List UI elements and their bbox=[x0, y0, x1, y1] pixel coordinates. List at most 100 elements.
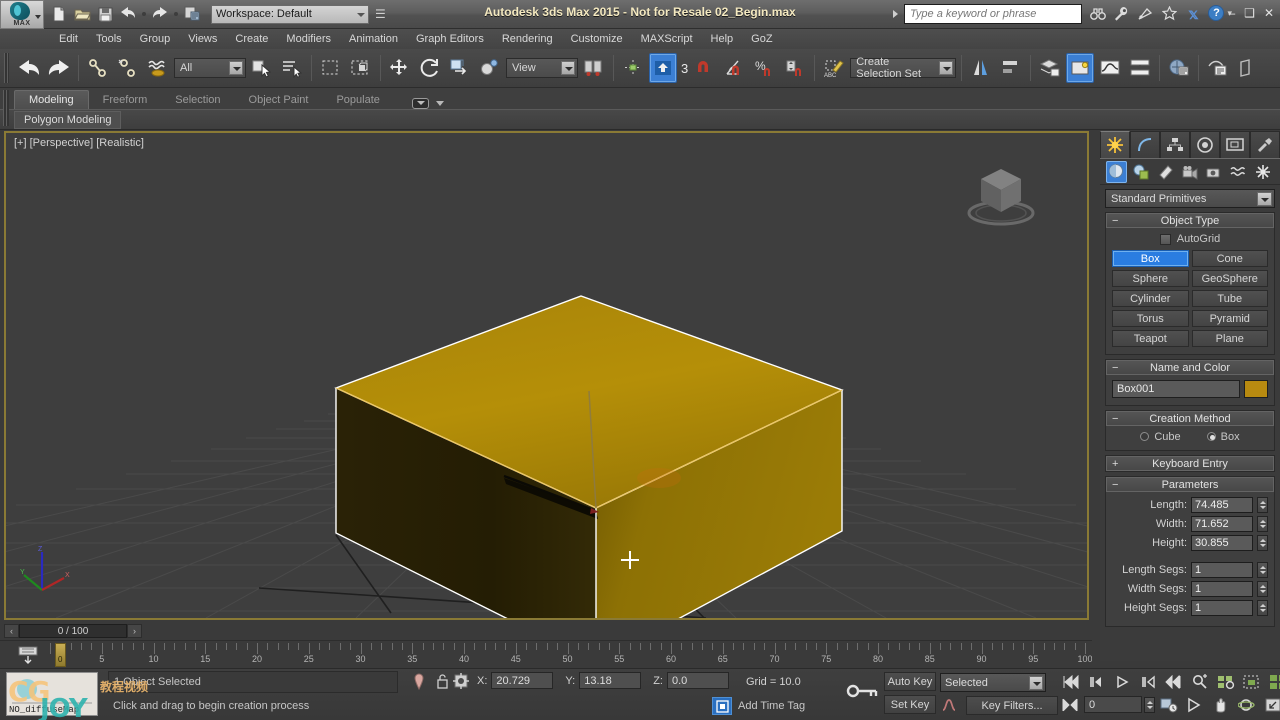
select-and-scale-icon[interactable] bbox=[446, 53, 474, 83]
object-button-teapot[interactable]: Teapot bbox=[1112, 330, 1189, 347]
percent-snap-toggle-icon[interactable]: % bbox=[751, 53, 779, 83]
zoom-extents-icon[interactable] bbox=[1240, 671, 1264, 692]
undo-scene-button[interactable] bbox=[15, 53, 43, 83]
mirror-icon[interactable] bbox=[967, 53, 995, 83]
reference-coordinate-system-combo[interactable]: View bbox=[506, 58, 578, 78]
cameras-icon[interactable] bbox=[1179, 161, 1200, 183]
bind-to-space-warp-icon[interactable] bbox=[144, 53, 172, 83]
modify-tab[interactable] bbox=[1130, 131, 1160, 158]
hierarchy-tab[interactable] bbox=[1160, 131, 1190, 158]
add-time-tag-label[interactable]: Add Time Tag bbox=[738, 700, 805, 712]
open-mini-curve-editor-icon[interactable] bbox=[16, 644, 42, 666]
pan-view-arrow-icon[interactable] bbox=[1183, 694, 1207, 715]
project-folder-button[interactable] bbox=[181, 3, 203, 25]
param-input-width-segs[interactable]: 1 bbox=[1191, 581, 1253, 597]
menu-item-animation[interactable]: Animation bbox=[340, 31, 407, 47]
schematic-view-icon[interactable] bbox=[1126, 53, 1154, 83]
param-input-width[interactable]: 71.652 bbox=[1191, 516, 1253, 532]
maximize-viewport-toggle-icon[interactable] bbox=[1261, 694, 1280, 715]
object-name-input[interactable]: Box001 bbox=[1112, 380, 1240, 398]
select-and-place-icon[interactable] bbox=[476, 53, 504, 83]
select-and-link-icon[interactable] bbox=[84, 53, 112, 83]
ribbon-tab-populate[interactable]: Populate bbox=[322, 91, 393, 109]
next-frame-button[interactable] bbox=[1136, 671, 1160, 692]
menu-item-customize[interactable]: Customize bbox=[562, 31, 632, 47]
menu-item-modifiers[interactable]: Modifiers bbox=[277, 31, 340, 47]
autogrid-row[interactable]: AutoGrid bbox=[1112, 233, 1268, 245]
status-prompt-pin-icon[interactable] bbox=[413, 673, 425, 691]
redo-dropdown-dot[interactable] bbox=[174, 12, 178, 16]
add-time-tag-group[interactable]: Add Time Tag bbox=[712, 697, 805, 715]
ribbon-display-icon[interactable] bbox=[411, 98, 429, 109]
previous-frame-button[interactable] bbox=[1084, 671, 1108, 692]
satellite-icon[interactable] bbox=[1137, 5, 1154, 22]
selection-filter-combo[interactable]: All bbox=[174, 58, 246, 78]
autogrid-checkbox[interactable] bbox=[1159, 233, 1171, 245]
angle-snap-toggle-icon[interactable] bbox=[721, 53, 749, 83]
binoculars-icon[interactable] bbox=[1089, 5, 1106, 22]
time-tag-icon[interactable] bbox=[712, 697, 732, 715]
layer-explorer-icon[interactable] bbox=[1036, 53, 1064, 83]
ribbon-tab-freeform[interactable]: Freeform bbox=[89, 91, 162, 109]
object-button-box[interactable]: Box bbox=[1112, 250, 1189, 267]
zoom-region-icon[interactable] bbox=[1188, 671, 1212, 692]
coord-input-y[interactable]: 13.18 bbox=[579, 672, 642, 689]
select-and-move-icon[interactable] bbox=[386, 53, 414, 83]
track-bar[interactable]: 5 10 15 20 25 30 35 40 45 50 55 60 65 70 75 80 85 90 95 100… bbox=[0, 640, 1092, 668]
current-frame-display[interactable]: 0 / 100 bbox=[19, 624, 127, 638]
align-icon[interactable] bbox=[997, 53, 1025, 83]
undo-dropdown-dot[interactable] bbox=[142, 12, 146, 16]
auto-key-button[interactable]: Auto Key bbox=[884, 672, 936, 691]
toggle-scene-explorer-icon[interactable] bbox=[1066, 53, 1095, 83]
ribbon-tab-selection[interactable]: Selection bbox=[161, 91, 234, 109]
expand-right-icon[interactable] bbox=[893, 10, 898, 18]
rollout-header-keyboard-entry[interactable]: + Keyboard Entry bbox=[1106, 456, 1274, 471]
ribbon-tab-modeling[interactable]: Modeling bbox=[14, 90, 89, 109]
render-setup-icon[interactable] bbox=[1204, 53, 1232, 83]
param-input-length[interactable]: 74.485 bbox=[1191, 497, 1253, 513]
object-button-torus[interactable]: Torus bbox=[1112, 310, 1189, 327]
select-and-rotate-icon[interactable] bbox=[416, 53, 444, 83]
param-input-height-segs[interactable]: 1 bbox=[1191, 600, 1253, 616]
zoom-all-icon[interactable] bbox=[1214, 671, 1238, 692]
menu-item-goz[interactable]: GoZ bbox=[742, 31, 781, 47]
ribbon-grip[interactable] bbox=[3, 90, 9, 126]
create-tab[interactable] bbox=[1100, 131, 1130, 158]
param-spinner-width-segs[interactable] bbox=[1257, 581, 1268, 597]
named-selection-set-combo[interactable]: Create Selection Set bbox=[850, 56, 957, 80]
menu-item-edit[interactable]: Edit bbox=[50, 31, 87, 47]
search-input[interactable]: Type a keyword or phrase bbox=[904, 4, 1082, 24]
time-slider-thumb[interactable]: 0 bbox=[55, 643, 66, 667]
edit-named-selection-sets-icon[interactable]: ABC bbox=[820, 53, 848, 83]
lights-icon[interactable] bbox=[1155, 161, 1176, 183]
key-mode-combo[interactable]: Selected bbox=[940, 673, 1046, 692]
pan-hand-icon[interactable] bbox=[1209, 694, 1233, 715]
helpers-icon[interactable] bbox=[1204, 161, 1225, 183]
display-tab[interactable] bbox=[1220, 131, 1250, 158]
prev-frame-button[interactable]: ‹ bbox=[4, 624, 19, 638]
param-spinner-width[interactable] bbox=[1257, 516, 1268, 532]
play-animation-button[interactable] bbox=[1110, 671, 1134, 692]
save-file-button[interactable] bbox=[94, 3, 116, 25]
exchange-icon[interactable]: 𝕩 bbox=[1185, 5, 1202, 23]
rendered-frame-window-icon[interactable] bbox=[1234, 53, 1262, 83]
zoom-extents-all-icon[interactable] bbox=[1266, 671, 1280, 692]
object-button-sphere[interactable]: Sphere bbox=[1112, 270, 1189, 287]
menu-item-group[interactable]: Group bbox=[131, 31, 180, 47]
toolbar-grip[interactable] bbox=[4, 53, 9, 83]
star-icon[interactable] bbox=[1161, 5, 1178, 22]
set-key-curve-icon[interactable] bbox=[941, 696, 963, 714]
shapes-icon[interactable] bbox=[1130, 161, 1151, 183]
mini-material-preview[interactable]: NO_diffuseMap bbox=[6, 672, 98, 716]
key-mode-toggle-button[interactable] bbox=[1058, 694, 1082, 715]
rectangular-selection-region-icon[interactable] bbox=[317, 53, 345, 83]
param-spinner-length-segs[interactable] bbox=[1257, 562, 1268, 578]
select-object-icon[interactable] bbox=[248, 53, 276, 83]
object-color-swatch[interactable] bbox=[1244, 380, 1268, 398]
object-button-plane[interactable]: Plane bbox=[1191, 330, 1268, 347]
systems-icon[interactable] bbox=[1253, 161, 1274, 183]
redo-button[interactable] bbox=[149, 3, 171, 25]
param-input-height[interactable]: 30.855 bbox=[1191, 535, 1253, 551]
frame-ruler[interactable]: 5 10 15 20 25 30 35 40 45 50 55 60 65 70 75 80 85 90 95 100 bbox=[50, 641, 1092, 668]
key-filters-button[interactable]: Key Filters... bbox=[966, 696, 1058, 715]
